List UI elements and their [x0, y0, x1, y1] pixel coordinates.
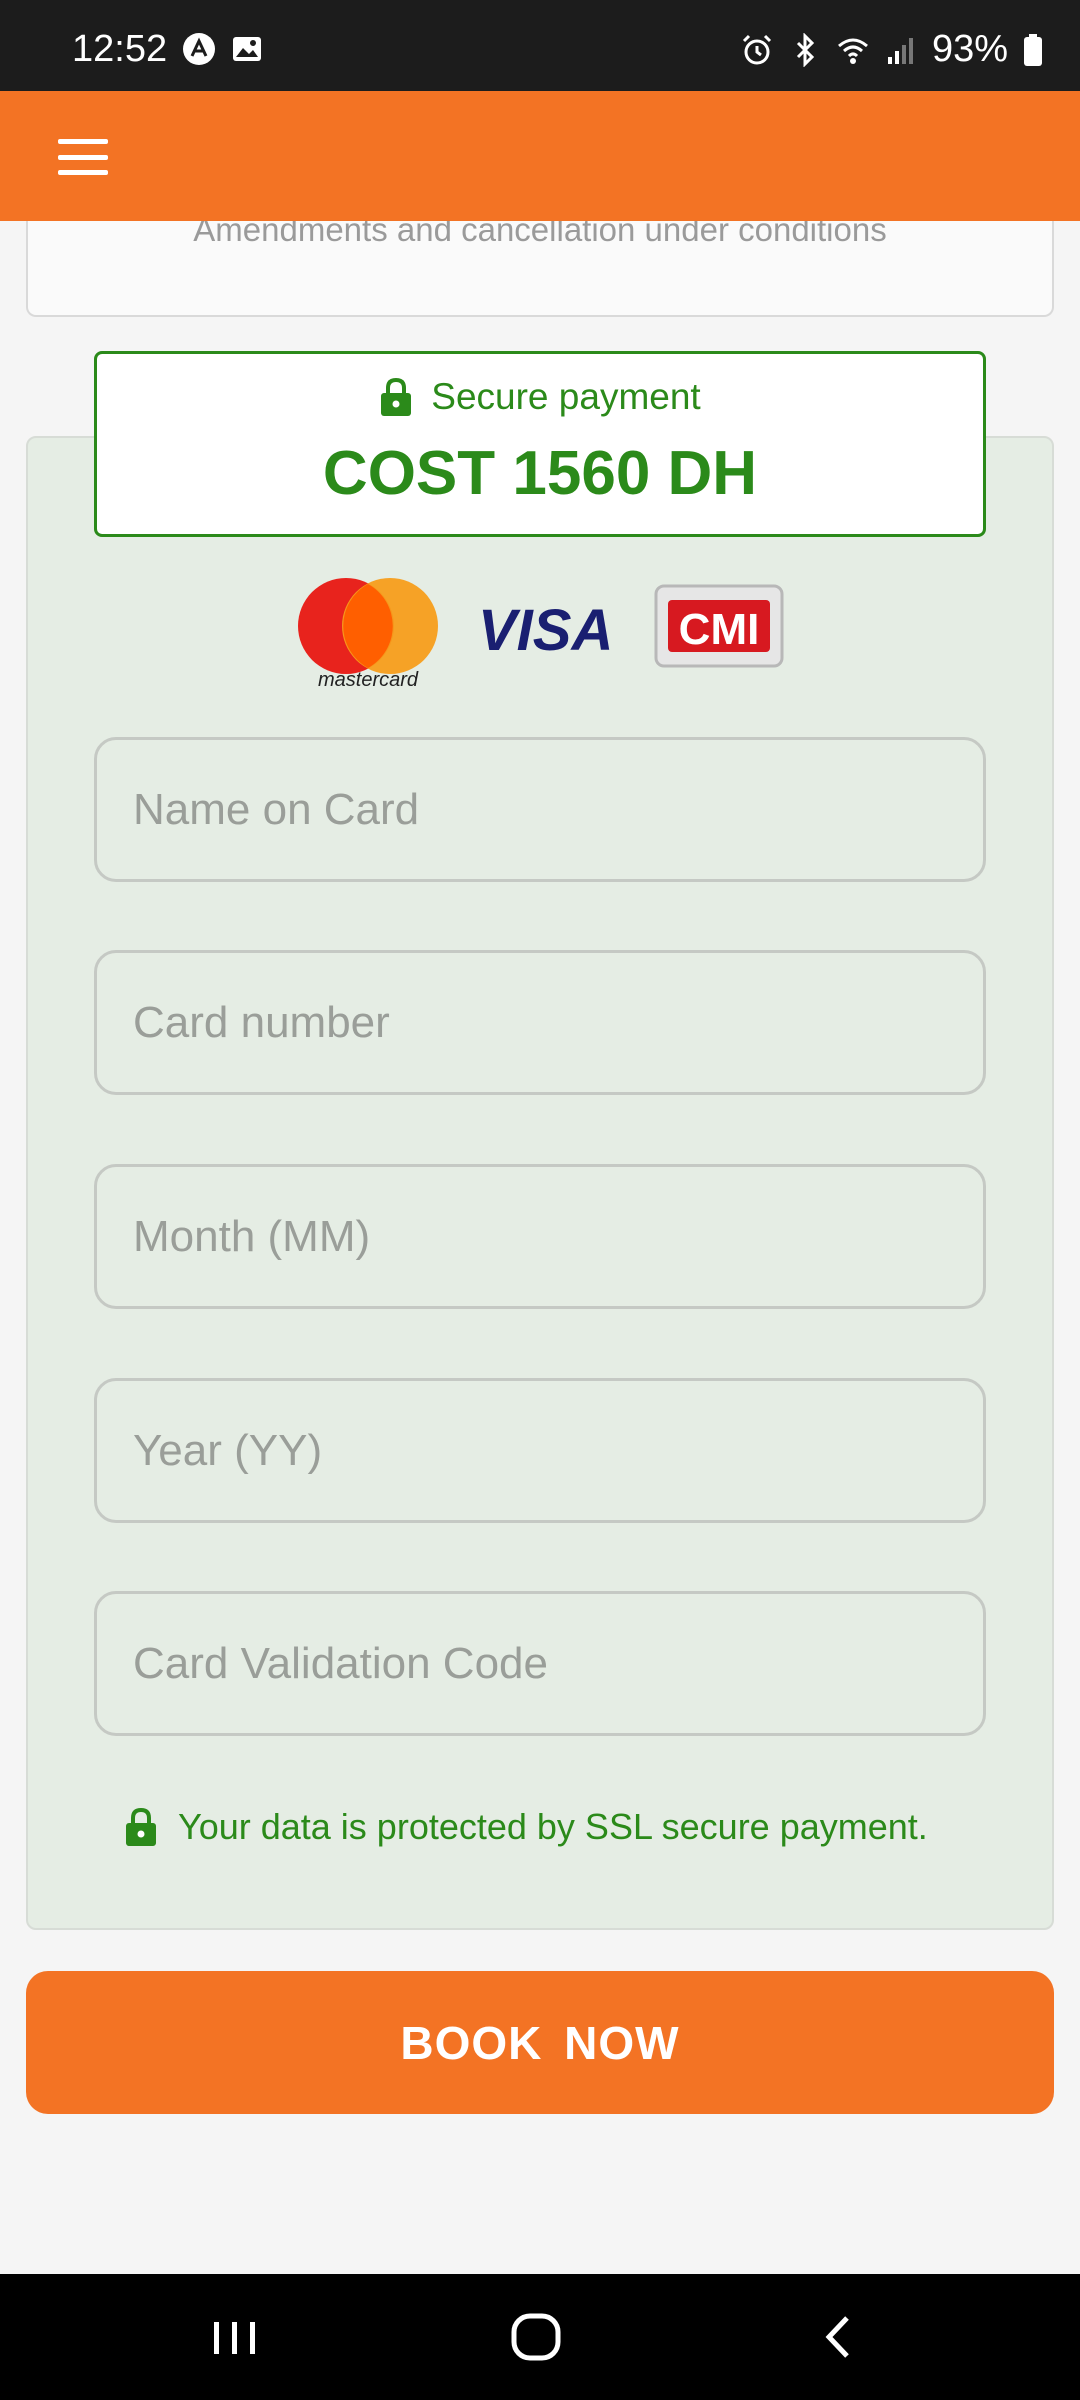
- booking-conditions-card: Amendments and cancellation under condit…: [26, 221, 1054, 317]
- mastercard-logo: mastercard: [298, 578, 438, 690]
- lock-icon: [381, 377, 412, 416]
- home-icon[interactable]: [502, 2304, 572, 2370]
- image-icon: [233, 37, 261, 61]
- status-time: 12:52: [72, 28, 168, 70]
- name-on-card-input[interactable]: [97, 740, 983, 879]
- card-number-input[interactable]: [97, 953, 983, 1092]
- hamburger-menu-icon[interactable]: [58, 139, 108, 175]
- year-input[interactable]: [97, 1381, 983, 1520]
- wifi-icon: [837, 38, 868, 64]
- system-nav-bar: [0, 2274, 1080, 2400]
- bluetooth-icon: [796, 32, 815, 67]
- cost-amount: COST 1560 DH: [322, 439, 758, 508]
- alarm-icon: [742, 34, 771, 64]
- month-field[interactable]: [94, 1164, 986, 1309]
- mastercard-wordmark: mastercard: [318, 669, 419, 690]
- ssl-note-text: Your data is protected by SSL secure pay…: [178, 1806, 928, 1847]
- cost-box: Secure payment COST 1560 DH: [94, 351, 986, 537]
- recent-apps-icon[interactable]: [200, 2304, 270, 2370]
- secure-payment-label: Secure payment: [431, 376, 701, 417]
- app-bar: [0, 91, 1080, 221]
- back-icon[interactable]: [805, 2304, 875, 2370]
- cmi-wordmark: CMI: [679, 605, 760, 654]
- year-field[interactable]: [94, 1378, 986, 1523]
- cmi-logo: CMI: [654, 584, 784, 668]
- cvc-input[interactable]: [97, 1594, 983, 1733]
- battery-percent: 93%: [931, 28, 1008, 70]
- signal-icon: [887, 37, 913, 64]
- name-on-card-field[interactable]: [94, 737, 986, 882]
- lock-icon: [126, 1807, 156, 1846]
- app-notification-icon: [183, 33, 215, 65]
- battery-icon: [1024, 33, 1042, 66]
- card-number-field[interactable]: [94, 950, 986, 1095]
- card-logos: mastercard VISA CMI: [298, 578, 784, 690]
- status-bar: 12:52 93%: [0, 0, 1080, 91]
- cvc-field[interactable]: [94, 1591, 986, 1736]
- month-input[interactable]: [97, 1167, 983, 1306]
- visa-logo: VISA: [478, 598, 613, 663]
- ssl-note: Your data is protected by SSL secure pay…: [124, 1806, 928, 1848]
- book-now-button[interactable]: BOOK NOW: [26, 1971, 1054, 2114]
- conditions-text: Amendments and cancellation under condit…: [193, 221, 887, 248]
